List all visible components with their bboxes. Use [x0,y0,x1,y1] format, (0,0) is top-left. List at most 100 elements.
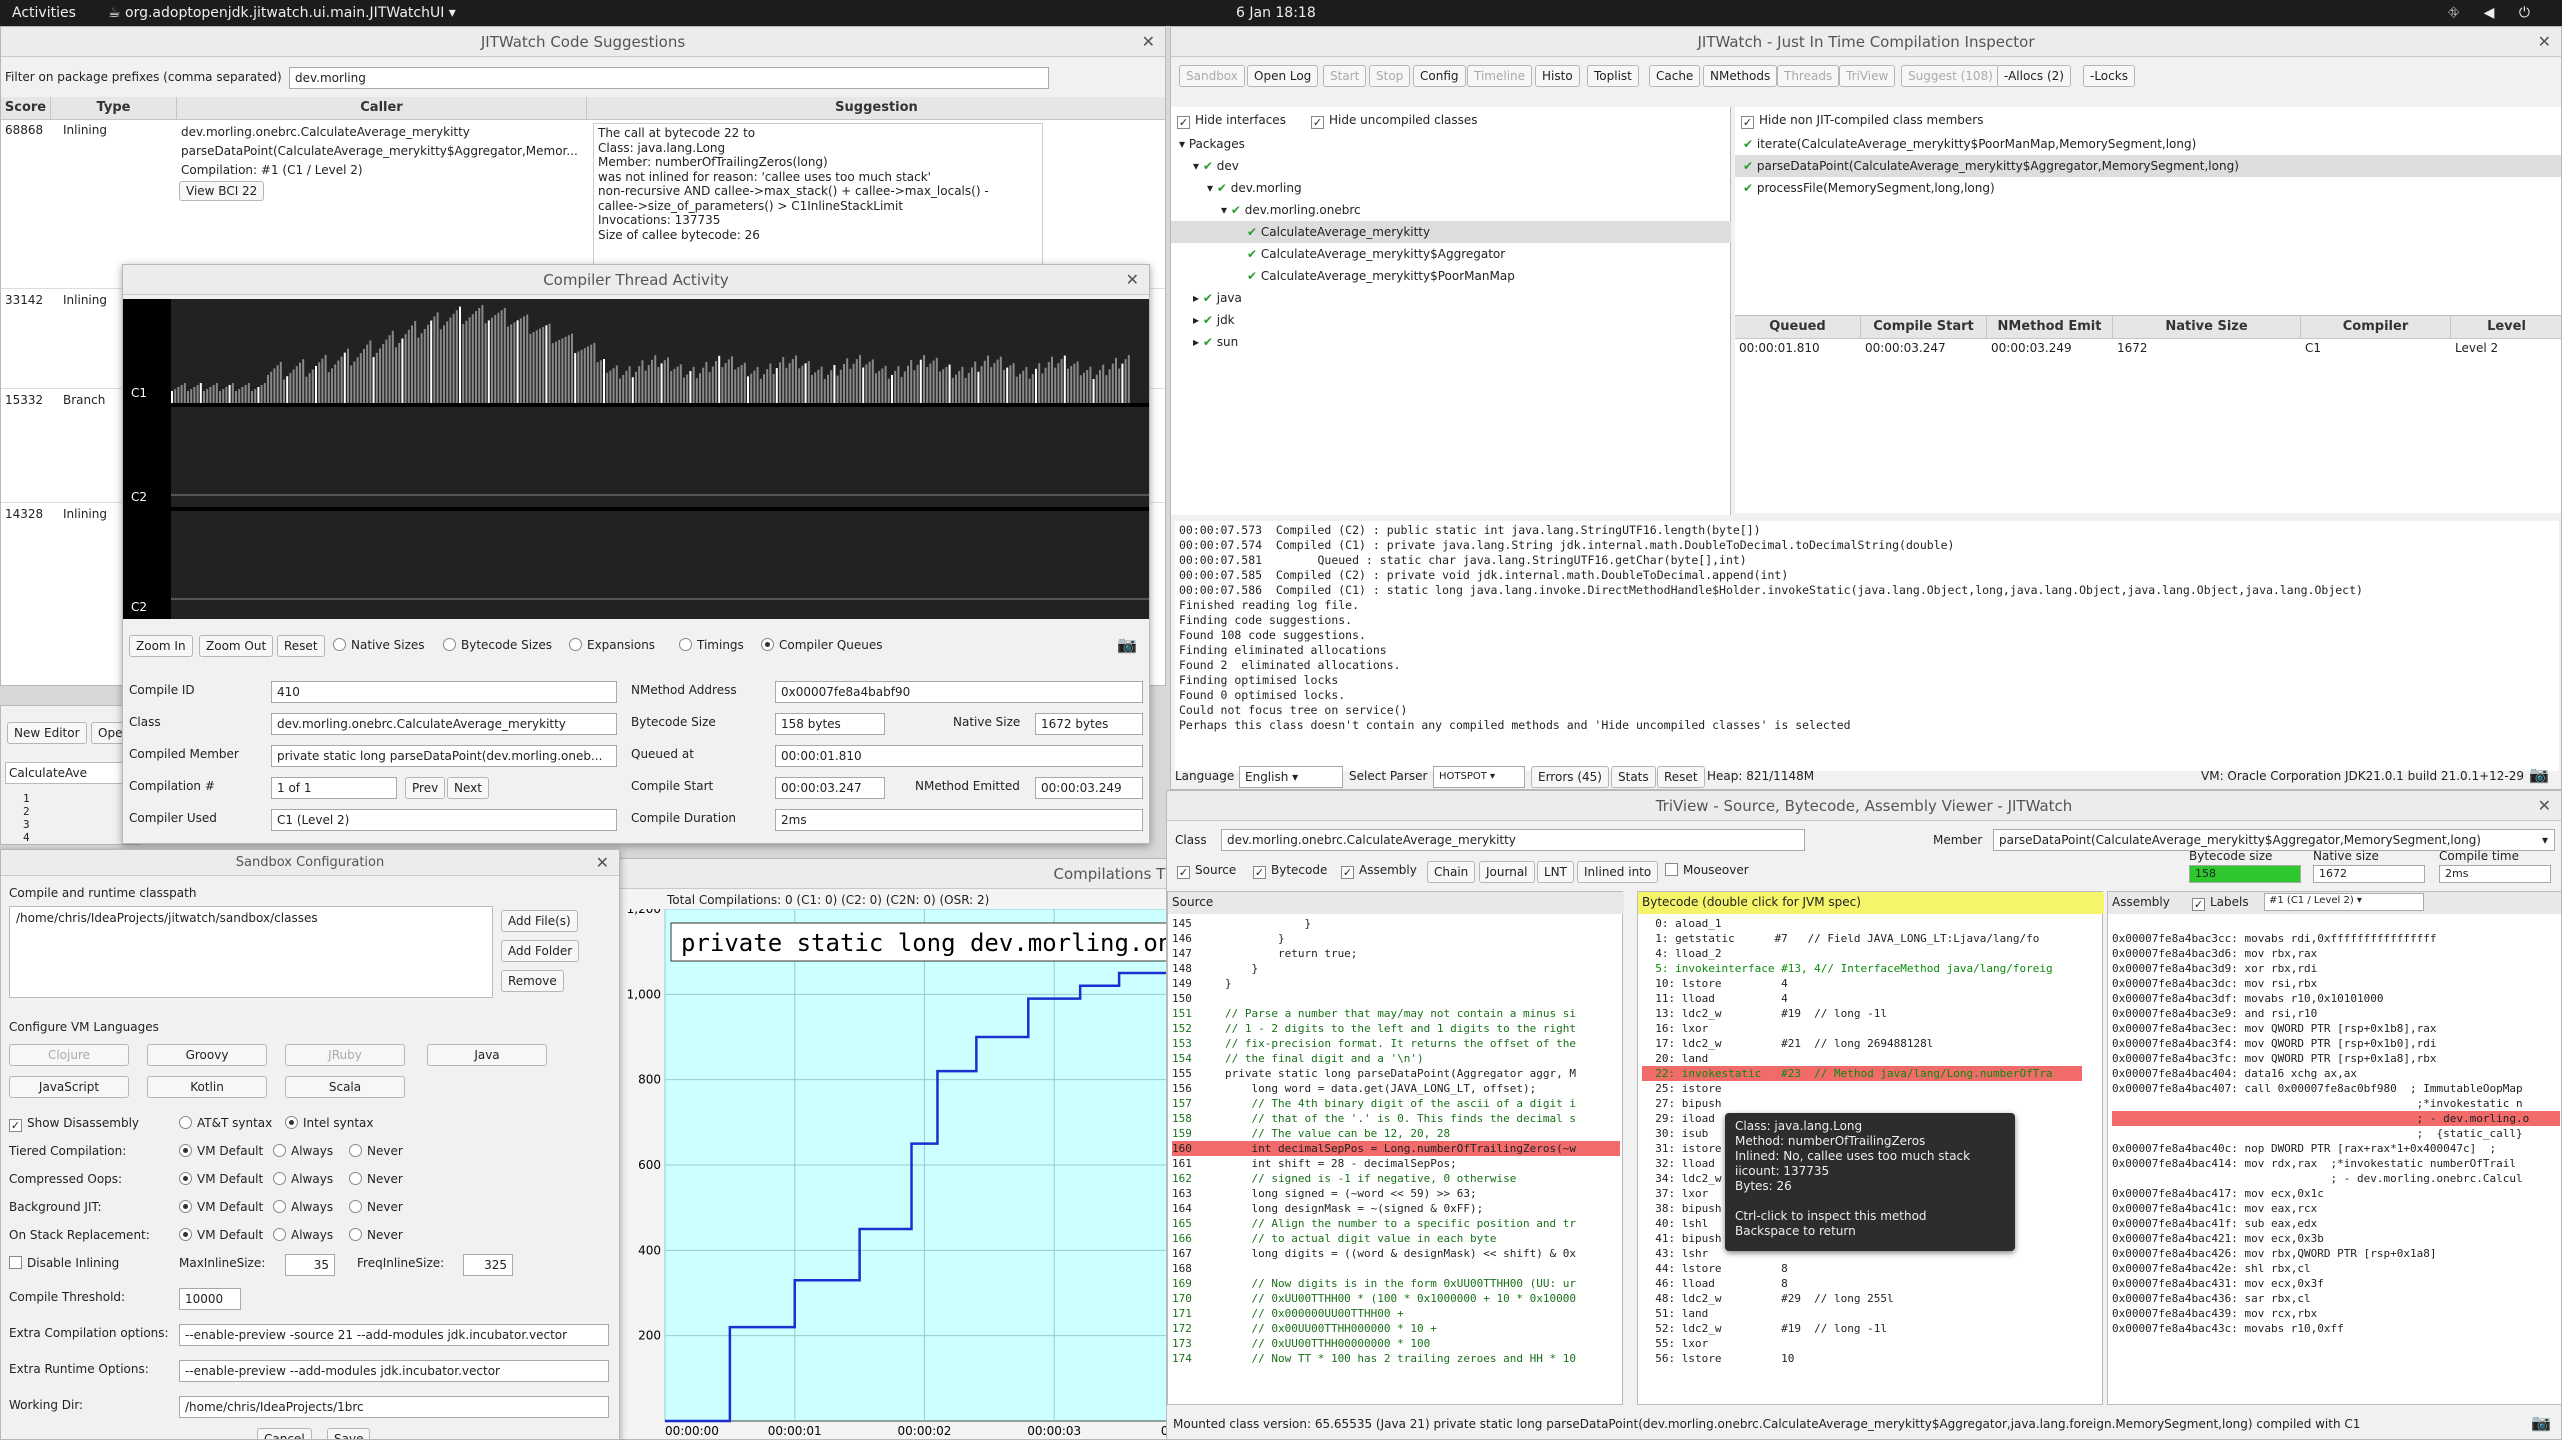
code-line[interactable]: 147 return true; [1172,946,1620,961]
code-line[interactable]: 0: aload_1 [1642,916,2082,931]
save-button[interactable]: Save [327,1428,371,1439]
language-select[interactable]: English ▾ [1239,766,1343,788]
code-line[interactable]: 146 } [1172,931,1620,946]
code-line[interactable]: 169 // Now digits is in the form 0xUU00T… [1172,1276,1620,1291]
code-line[interactable]: 0x00007fe8a4bac439: mov rcx,rbx [2112,1306,2560,1321]
code-line[interactable]: 156 long word = data.get(JAVA_LONG_LT, o… [1172,1081,1620,1096]
code-line[interactable]: 17: ldc2_w #21 // long 269488128l [1642,1036,2082,1051]
tree-node-aggregator[interactable]: ✔ CalculateAverage_merykitty$Aggregator [1171,243,1731,265]
max-inline-input[interactable]: 35 [285,1254,335,1276]
compilation-select[interactable]: #1 (C1 / Level 2) ▾ [2264,893,2424,911]
code-line[interactable]: 149 } [1172,976,1620,991]
col-compiler[interactable]: Compiler [2301,316,2451,339]
code-line[interactable]: 0x00007fe8a4bac3ec: mov QWORD PTR [rsp+0… [2112,1021,2560,1036]
start-button[interactable]: Start [1323,65,1367,87]
radio-expansions[interactable]: Expansions [569,638,655,652]
extra-runtime-input[interactable]: --enable-preview --add-modules jdk.incub… [179,1360,609,1382]
col-queued[interactable]: Queued [1735,316,1861,339]
bytecode-checkbox[interactable]: ✓ Bytecode [1253,863,1327,879]
journal-button[interactable]: Journal [1479,861,1535,883]
new-editor-button[interactable]: New Editor [7,722,87,744]
hide-interfaces-checkbox[interactable]: ✓ Hide interfaces [1177,113,1286,129]
radio-native-sizes[interactable]: Native Sizes [333,638,425,652]
compile-threshold-input[interactable]: 10000 [179,1288,241,1310]
reset-button[interactable]: Reset [277,635,325,657]
toplist-button[interactable]: Toplist [1587,65,1639,87]
stop-button[interactable]: Stop [1369,65,1411,87]
remove-button[interactable]: Remove [501,970,564,992]
tiered-vm-default[interactable]: VM Default [179,1144,263,1158]
code-line[interactable]: ; - dev.morling.o [2112,1111,2560,1126]
code-line[interactable]: 173 // 0xUU00TTHH00000000 * 100 [1172,1336,1620,1351]
nmethod-emitted-field[interactable]: 00:00:03.249 [1035,777,1143,799]
lang-java-button[interactable]: Java [427,1044,547,1066]
inlined-into-button[interactable]: Inlined into [1577,861,1659,883]
code-line[interactable]: ;*invokestatic n [2112,1096,2560,1111]
code-line[interactable]: 20: land [1642,1051,2082,1066]
oops-vm-default[interactable]: VM Default [179,1172,263,1186]
code-line[interactable]: 25: istore [1642,1081,2082,1096]
col-score[interactable]: Score [1,97,51,120]
code-line[interactable]: 162 // signed is -1 if negative, 0 other… [1172,1171,1620,1186]
code-line[interactable]: 161 int shift = 28 - decimalSepPos; [1172,1156,1620,1171]
code-line[interactable]: 163 long signed = (~word << 59) >> 63; [1172,1186,1620,1201]
col-level[interactable]: Level [2451,316,2561,339]
col-nmethod-emit[interactable]: NMethod Emit [1987,316,2113,339]
code-line[interactable]: 170 // 0xUU00TTHH00 * (100 * 0x1000000 +… [1172,1291,1620,1306]
triview-button[interactable]: TriView [1839,65,1896,87]
freq-inline-input[interactable]: 325 [463,1254,513,1276]
radio-compiler-queues[interactable]: Compiler Queues [761,638,883,652]
compiled-member-field[interactable]: private static long parseDataPoint(dev.m… [271,745,617,767]
code-line[interactable]: 145 } [1172,916,1620,931]
code-line[interactable]: 153 // fix-precision format. It returns … [1172,1036,1620,1051]
errors-button[interactable]: Errors (45) [1531,766,1609,788]
extra-compile-input[interactable]: --enable-preview -source 21 --add-module… [179,1324,609,1346]
code-line[interactable]: 0x00007fe8a4bac3e9: and rsi,r10 [2112,1006,2560,1021]
lang-jruby-button[interactable]: JRuby [285,1044,405,1066]
code-line[interactable] [2112,916,2560,931]
suggest-button[interactable]: Suggest (108) [1901,65,2000,87]
compilation-no-field[interactable]: 1 of 1 [271,777,397,799]
tree-node-onebrc[interactable]: ▾ ✔ dev.morling.onebrc [1171,199,1731,221]
code-line[interactable]: 44: lstore 8 [1642,1261,2082,1276]
tree-node-packages[interactable]: ▾ Packages [1171,133,1731,155]
app-menu[interactable]: ☕ org.adoptopenjdk.jitwatch.ui.main.JITW… [108,0,456,26]
parser-select[interactable]: HOTSPOT ▾ [1433,766,1525,788]
tiered-never[interactable]: Never [349,1144,403,1158]
lnt-button[interactable]: LNT [1537,861,1574,883]
member-item[interactable]: ✔ iterate(CalculateAverage_merykitty$Poo… [1735,133,2561,155]
code-line[interactable]: 1: getstatic #7 // Field JAVA_LONG_LT:Lj… [1642,931,2082,946]
code-line[interactable]: 0x00007fe8a4bac40c: nop DWORD PTR [rax+r… [2112,1141,2560,1156]
bytecode-size-field[interactable]: 158 bytes [775,713,885,735]
source-code[interactable]: 145 } 146 } 147 return true; 148 } 149 } 150 1… [1172,916,1620,1366]
chain-button[interactable]: Chain [1427,861,1476,883]
close-icon[interactable]: ✕ [2538,791,2551,821]
lang-groovy-button[interactable]: Groovy [147,1044,267,1066]
code-line[interactable]: 159 // The value can be 12, 20, 28 [1172,1126,1620,1141]
cancel-button[interactable]: Cancel [257,1428,312,1439]
native-size-field[interactable]: 1672 bytes [1035,713,1143,735]
code-line[interactable]: 0x00007fe8a4bac3dc: mov rsi,rbx [2112,976,2560,991]
osr-always[interactable]: Always [273,1228,333,1242]
camera-icon[interactable]: 📷 [2529,765,2549,784]
code-line[interactable]: 165 // Align the number to a specific po… [1172,1216,1620,1231]
member-item[interactable]: ✔ processFile(MemorySegment,long,long) [1735,177,2561,199]
code-line[interactable]: 0x00007fe8a4bac3f4: mov QWORD PTR [rsp+0… [2112,1036,2560,1051]
code-line[interactable]: 0x00007fe8a4bac407: call 0x00007fe8ac0bf… [2112,1081,2560,1096]
code-line[interactable]: 51: land [1642,1306,2082,1321]
code-line[interactable]: 27: bipush [1642,1096,2082,1111]
code-line[interactable]: 164 long designMask = ~(signed & 0xFF); [1172,1201,1620,1216]
filter-input[interactable]: dev.morling [289,67,1049,89]
col-caller[interactable]: Caller [177,97,587,120]
view-bci-button[interactable]: View BCI 22 [179,181,265,201]
nmethods-button[interactable]: NMethods [1703,65,1778,87]
code-line[interactable]: 10: lstore 4 [1642,976,2082,991]
hide-nonjit-checkbox[interactable]: ✓ Hide non JIT-compiled class members [1741,113,1983,129]
code-line[interactable]: 0x00007fe8a4bac3d9: xor rbx,rdi [2112,961,2560,976]
cache-button[interactable]: Cache [1649,65,1701,87]
code-line[interactable]: ; {static_call} [2112,1126,2560,1141]
source-checkbox[interactable]: ✓ Source [1177,863,1236,879]
code-line[interactable]: 174 // Now TT * 100 has 2 trailing zeroe… [1172,1351,1620,1366]
code-line[interactable]: 168 [1172,1261,1620,1276]
threads-button[interactable]: Threads [1777,65,1840,87]
